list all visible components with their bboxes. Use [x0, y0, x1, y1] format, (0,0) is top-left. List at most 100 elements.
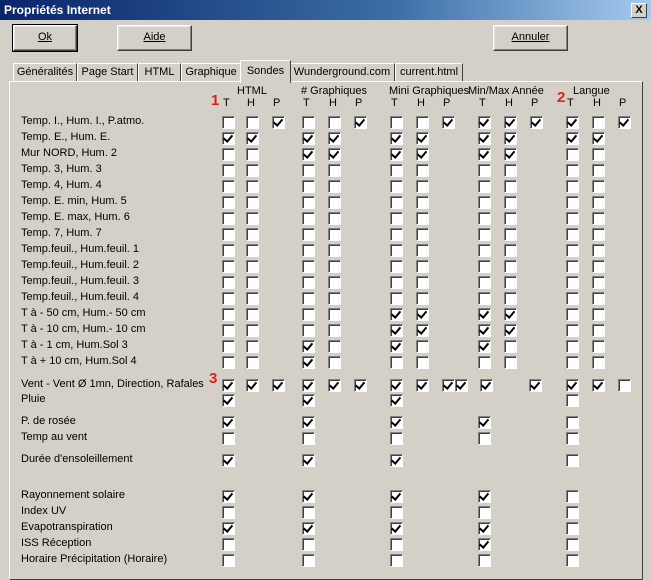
checkbox[interactable] [302, 228, 315, 241]
checkbox[interactable] [478, 276, 491, 289]
checkbox[interactable] [566, 164, 579, 177]
checkbox[interactable] [504, 228, 517, 241]
checkbox[interactable] [390, 416, 403, 429]
checkbox[interactable] [302, 454, 315, 467]
checkbox[interactable] [566, 324, 579, 337]
checkbox[interactable] [390, 260, 403, 273]
checkbox[interactable] [592, 116, 605, 129]
checkbox[interactable] [504, 180, 517, 193]
checkbox[interactable] [246, 356, 259, 369]
checkbox[interactable] [328, 132, 341, 145]
checkbox[interactable] [566, 432, 579, 445]
checkbox[interactable] [416, 356, 429, 369]
checkbox[interactable] [302, 490, 315, 503]
checkbox[interactable] [455, 379, 468, 392]
checkbox[interactable] [390, 454, 403, 467]
checkbox[interactable] [302, 394, 315, 407]
checkbox[interactable] [504, 324, 517, 337]
checkbox[interactable] [504, 212, 517, 225]
tab-html[interactable]: HTML [138, 63, 181, 82]
checkbox[interactable] [222, 148, 235, 161]
checkbox[interactable] [416, 276, 429, 289]
checkbox[interactable] [302, 164, 315, 177]
checkbox[interactable] [478, 180, 491, 193]
checkbox[interactable] [328, 148, 341, 161]
checkbox[interactable] [390, 506, 403, 519]
checkbox[interactable] [566, 490, 579, 503]
checkbox[interactable] [478, 538, 491, 551]
checkbox[interactable] [566, 276, 579, 289]
checkbox[interactable] [442, 379, 455, 392]
checkbox[interactable] [328, 340, 341, 353]
checkbox[interactable] [618, 379, 631, 392]
checkbox[interactable] [302, 116, 315, 129]
tab-graphique[interactable]: Graphique [181, 63, 241, 82]
checkbox[interactable] [246, 308, 259, 321]
checkbox[interactable] [566, 538, 579, 551]
checkbox[interactable] [416, 260, 429, 273]
checkbox[interactable] [302, 340, 315, 353]
checkbox[interactable] [302, 260, 315, 273]
checkbox[interactable] [246, 148, 259, 161]
checkbox[interactable] [222, 180, 235, 193]
checkbox[interactable] [328, 116, 341, 129]
checkbox[interactable] [390, 340, 403, 353]
checkbox[interactable] [416, 379, 429, 392]
checkbox[interactable] [566, 379, 579, 392]
checkbox[interactable] [478, 244, 491, 257]
checkbox[interactable] [592, 196, 605, 209]
checkbox[interactable] [416, 340, 429, 353]
checkbox[interactable] [222, 260, 235, 273]
checkbox[interactable] [328, 276, 341, 289]
checkbox[interactable] [390, 132, 403, 145]
checkbox[interactable] [592, 292, 605, 305]
checkbox[interactable] [390, 522, 403, 535]
checkbox[interactable] [478, 196, 491, 209]
checkbox[interactable] [390, 116, 403, 129]
checkbox[interactable] [302, 432, 315, 445]
checkbox[interactable] [566, 260, 579, 273]
checkbox[interactable] [416, 196, 429, 209]
checkbox[interactable] [529, 379, 542, 392]
checkbox[interactable] [416, 116, 429, 129]
checkbox[interactable] [222, 506, 235, 519]
checkbox[interactable] [592, 276, 605, 289]
checkbox[interactable] [592, 340, 605, 353]
checkbox[interactable] [592, 308, 605, 321]
checkbox[interactable] [246, 260, 259, 273]
checkbox[interactable] [302, 180, 315, 193]
checkbox[interactable] [504, 148, 517, 161]
checkbox[interactable] [246, 116, 259, 129]
checkbox[interactable] [566, 506, 579, 519]
checkbox[interactable] [592, 132, 605, 145]
checkbox[interactable] [328, 228, 341, 241]
checkbox[interactable] [504, 164, 517, 177]
checkbox[interactable] [478, 432, 491, 445]
checkbox[interactable] [478, 340, 491, 353]
checkbox[interactable] [592, 356, 605, 369]
checkbox[interactable] [222, 394, 235, 407]
checkbox[interactable] [222, 416, 235, 429]
checkbox[interactable] [566, 244, 579, 257]
checkbox[interactable] [592, 212, 605, 225]
checkbox[interactable] [272, 116, 285, 129]
checkbox[interactable] [390, 292, 403, 305]
checkbox[interactable] [416, 148, 429, 161]
checkbox[interactable] [566, 394, 579, 407]
checkbox[interactable] [246, 196, 259, 209]
checkbox[interactable] [566, 196, 579, 209]
checkbox[interactable] [416, 132, 429, 145]
checkbox[interactable] [504, 132, 517, 145]
checkbox[interactable] [478, 490, 491, 503]
checkbox[interactable] [302, 506, 315, 519]
checkbox[interactable] [328, 356, 341, 369]
checkbox[interactable] [246, 212, 259, 225]
checkbox[interactable] [328, 180, 341, 193]
checkbox[interactable] [246, 132, 259, 145]
checkbox[interactable] [390, 212, 403, 225]
tab-g-n-ralit-s[interactable]: Généralités [13, 63, 77, 82]
checkbox[interactable] [328, 260, 341, 273]
checkbox[interactable] [222, 132, 235, 145]
checkbox[interactable] [272, 379, 285, 392]
checkbox[interactable] [530, 116, 543, 129]
